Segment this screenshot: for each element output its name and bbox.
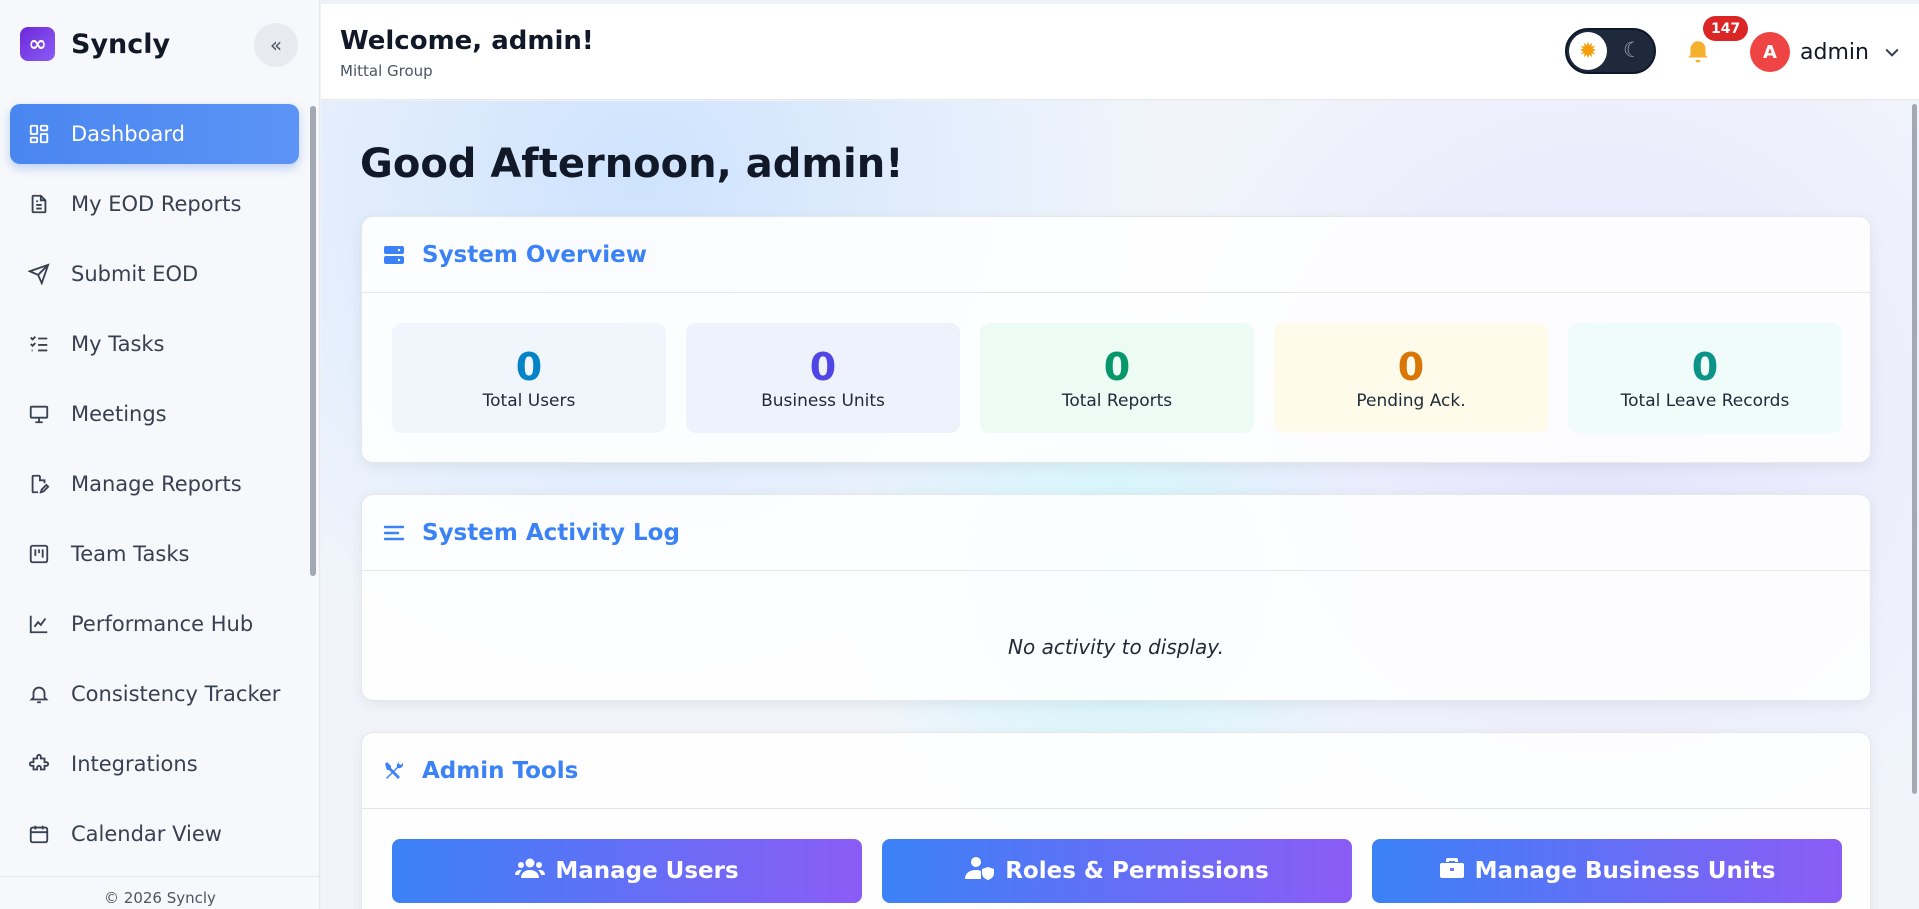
button-label: Manage Users (555, 858, 739, 884)
page-title: Good Afternoon, admin! (360, 141, 904, 187)
system-overview-card: System Overview 0 Total Users 0 Business… (361, 216, 1871, 463)
activity-log-card: System Activity Log No activity to displ… (361, 494, 1871, 701)
card-title: Admin Tools (422, 757, 579, 784)
card-header: System Activity Log (362, 495, 1870, 571)
sidebar-nav: Dashboard My EOD Reports Submit EOD My T… (10, 104, 299, 874)
brand-name: Syncly (71, 28, 171, 60)
sidebar-item-label: Consistency Tracker (71, 682, 281, 706)
list-lines-icon (381, 520, 407, 546)
card-title: System Activity Log (422, 519, 680, 546)
sidebar-item-team-tasks[interactable]: Team Tasks (10, 524, 299, 584)
stat-total-reports: 0 Total Reports (980, 323, 1254, 433)
puzzle-icon (27, 752, 51, 776)
stat-value: 0 (1691, 345, 1719, 389)
sidebar-footer: © 2026 Syncly (0, 876, 319, 909)
server-icon (381, 242, 407, 268)
sidebar-item-label: Calendar View (71, 822, 222, 846)
manage-users-button[interactable]: Manage Users (392, 839, 862, 903)
checklist-icon (27, 332, 51, 356)
sidebar-item-integrations[interactable]: Integrations (10, 734, 299, 794)
sidebar-item-label: My Tasks (71, 332, 165, 356)
card-title: System Overview (422, 241, 648, 268)
organization-name: Mittal Group (340, 62, 433, 80)
card-header: Admin Tools (362, 733, 1870, 809)
sidebar-item-submit-eod[interactable]: Submit EOD (10, 244, 299, 304)
sidebar-item-label: Dashboard (71, 122, 185, 146)
sun-icon: ✹ (1569, 32, 1607, 70)
sidebar: ∞ Syncly « Dashboard My EOD Reports Subm… (0, 0, 320, 909)
notification-bell-icon[interactable] (1683, 34, 1713, 74)
tools-icon (381, 758, 407, 784)
theme-toggle[interactable]: ✹ ☾ (1565, 28, 1656, 74)
sidebar-item-dashboard[interactable]: Dashboard (10, 104, 299, 164)
stat-label: Business Units (761, 391, 885, 411)
card-header: System Overview (362, 217, 1870, 293)
stat-value: 0 (1397, 345, 1425, 389)
sidebar-item-label: Meetings (71, 402, 167, 426)
sidebar-item-label: My EOD Reports (71, 192, 242, 216)
grid-icon (27, 122, 51, 146)
infinity-logo-icon: ∞ (20, 27, 55, 61)
stats-row: 0 Total Users 0 Business Units 0 Total R… (392, 323, 1842, 433)
sidebar-item-label: Submit EOD (71, 262, 199, 286)
stat-label: Total Users (482, 391, 576, 411)
stat-label: Total Reports (1061, 391, 1173, 411)
bell-icon (27, 682, 51, 706)
welcome-title: Welcome, admin! (340, 26, 594, 56)
presentation-icon (27, 402, 51, 426)
brand[interactable]: ∞ Syncly (20, 27, 170, 61)
user-name[interactable]: admin (1800, 40, 1869, 65)
stat-pending-ack: 0 Pending Ack. (1274, 323, 1548, 433)
sidebar-item-my-tasks[interactable]: My Tasks (10, 314, 299, 374)
edit-document-icon (27, 472, 51, 496)
collapse-sidebar-button[interactable]: « (254, 23, 298, 67)
manage-business-units-button[interactable]: Manage Business Units (1372, 839, 1842, 903)
user-shield-icon (965, 855, 995, 887)
sidebar-item-performance-hub[interactable]: Performance Hub (10, 594, 299, 654)
sidebar-item-meetings[interactable]: Meetings (10, 384, 299, 444)
button-label: Manage Business Units (1474, 858, 1776, 884)
stat-label: Pending Ack. (1356, 391, 1466, 411)
top-bar: Welcome, admin! Mittal Group ✹ ☾ 147 A a… (321, 4, 1919, 100)
sidebar-item-label: Manage Reports (71, 472, 242, 496)
button-label: Roles & Permissions (1005, 858, 1269, 884)
kanban-icon (27, 542, 51, 566)
avatar[interactable]: A (1750, 32, 1790, 72)
sidebar-item-calendar-view[interactable]: Calendar View (10, 804, 299, 864)
stat-value: 0 (1103, 345, 1131, 389)
briefcase-icon (1439, 856, 1465, 886)
sidebar-item-manage-reports[interactable]: Manage Reports (10, 454, 299, 514)
stat-label: Total Leave Records (1620, 391, 1790, 411)
calendar-icon (27, 822, 51, 846)
roles-permissions-button[interactable]: Roles & Permissions (882, 839, 1352, 903)
sidebar-item-label: Team Tasks (71, 542, 190, 566)
moon-icon: ☾ (1623, 38, 1642, 62)
chart-line-icon (27, 612, 51, 636)
main-scrollbar[interactable] (1912, 104, 1917, 794)
notification-count-badge: 147 (1703, 16, 1749, 41)
sidebar-item-consistency-tracker[interactable]: Consistency Tracker (10, 664, 299, 724)
stat-value: 0 (515, 345, 543, 389)
admin-tools-row: Manage Users Roles & Permissions Manage … (392, 839, 1842, 903)
sidebar-item-my-eod-reports[interactable]: My EOD Reports (10, 174, 299, 234)
empty-state-text: No activity to display. (1008, 635, 1224, 659)
admin-tools-card: Admin Tools Manage Users Roles & Permiss… (361, 732, 1871, 909)
sidebar-scrollbar[interactable] (310, 106, 316, 576)
main-content: Good Afternoon, admin! System Overview 0… (321, 101, 1919, 909)
stat-total-leave-records: 0 Total Leave Records (1568, 323, 1842, 433)
users-icon (515, 856, 546, 886)
stat-total-users: 0 Total Users (392, 323, 666, 433)
send-icon (27, 262, 51, 286)
sidebar-item-label: Integrations (71, 752, 198, 776)
stat-value: 0 (809, 345, 837, 389)
chevron-down-icon[interactable] (1882, 42, 1902, 67)
stat-business-units: 0 Business Units (686, 323, 960, 433)
document-icon (27, 192, 51, 216)
sidebar-item-label: Performance Hub (71, 612, 254, 636)
